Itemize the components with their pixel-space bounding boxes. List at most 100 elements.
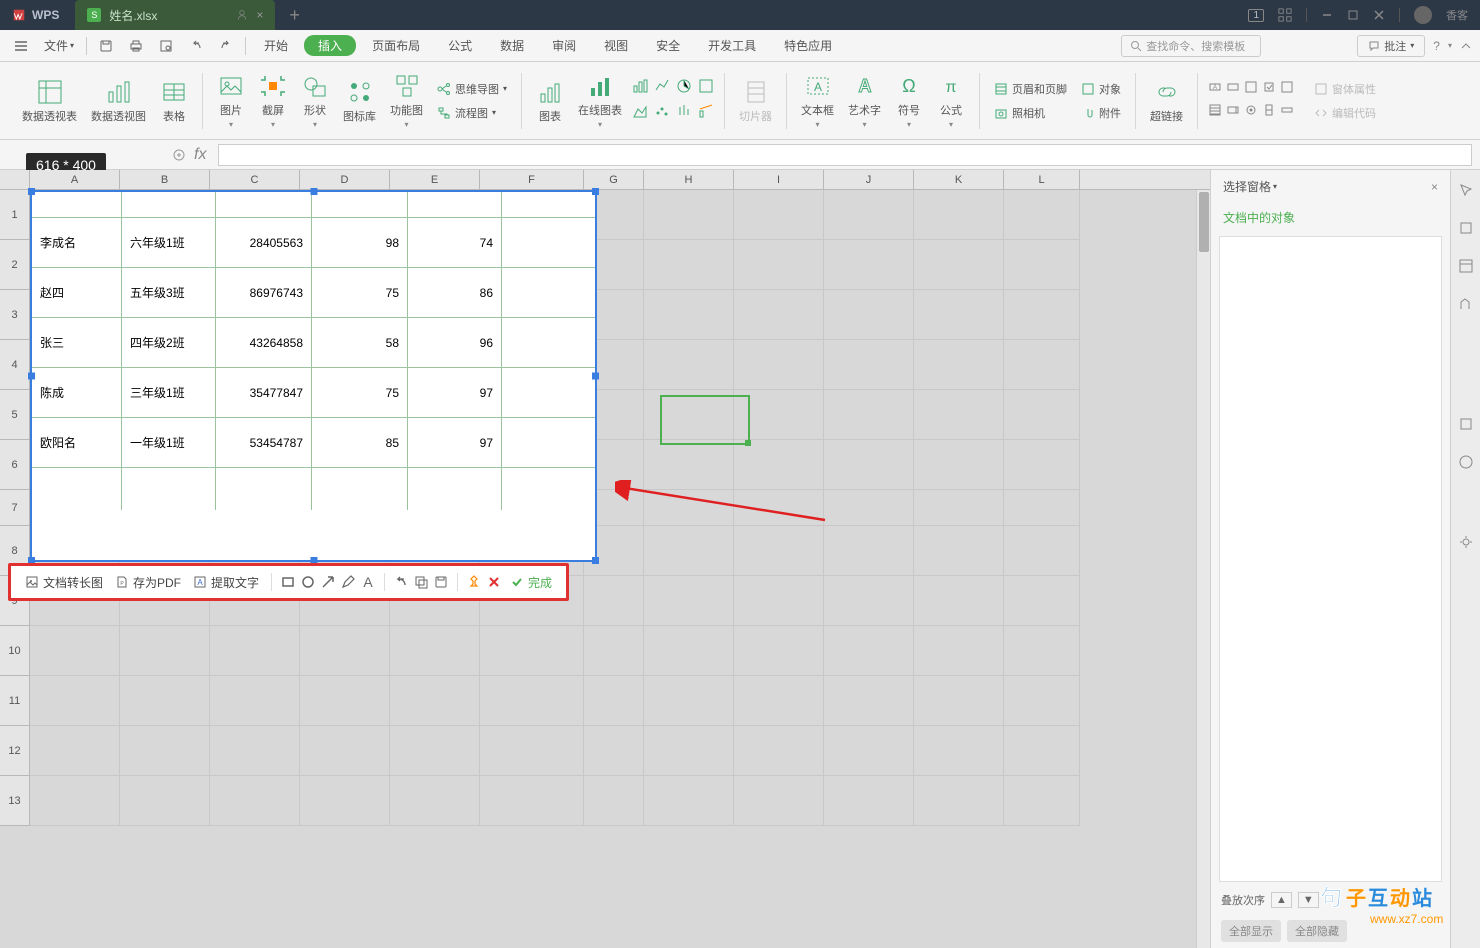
- form-control-10[interactable]: [1280, 103, 1294, 122]
- row-header[interactable]: 1: [0, 190, 30, 240]
- cell[interactable]: [734, 290, 824, 340]
- cell[interactable]: [584, 776, 644, 826]
- cancel-button[interactable]: [486, 574, 502, 590]
- comment-button[interactable]: 批注▾: [1357, 35, 1425, 57]
- chart-scatter-icon[interactable]: [654, 103, 670, 124]
- cell[interactable]: [1004, 676, 1080, 726]
- show-all-button[interactable]: 全部显示: [1221, 920, 1281, 942]
- search-input[interactable]: 查找命令、搜索模板: [1121, 35, 1261, 57]
- col-header[interactable]: K: [914, 170, 1004, 189]
- rect-tool-icon[interactable]: [280, 574, 296, 590]
- cell[interactable]: [734, 726, 824, 776]
- resize-handle[interactable]: [310, 188, 317, 195]
- header-footer-button[interactable]: 页眉和页脚: [990, 79, 1071, 99]
- tab-formulas[interactable]: 公式: [436, 33, 484, 58]
- cell[interactable]: [644, 626, 734, 676]
- cell[interactable]: [824, 390, 914, 440]
- cell[interactable]: [644, 676, 734, 726]
- pin-tool-icon[interactable]: [466, 574, 482, 590]
- copy-tool-icon[interactable]: [413, 574, 429, 590]
- form-control-9[interactable]: [1262, 103, 1276, 122]
- cell[interactable]: [480, 626, 584, 676]
- cell[interactable]: [824, 490, 914, 526]
- cell[interactable]: [1004, 526, 1080, 576]
- screenshot-button[interactable]: 截屏▾: [255, 68, 291, 133]
- cell[interactable]: [734, 576, 824, 626]
- flowchart-button[interactable]: 流程图 ▾: [433, 103, 511, 123]
- col-header[interactable]: I: [734, 170, 824, 189]
- cell[interactable]: [584, 626, 644, 676]
- cell[interactable]: [914, 576, 1004, 626]
- cell[interactable]: [390, 726, 480, 776]
- chart-stock-icon[interactable]: [676, 103, 692, 124]
- cell[interactable]: [480, 776, 584, 826]
- chart-more-icon[interactable]: [698, 78, 714, 99]
- cell[interactable]: [300, 776, 390, 826]
- cell[interactable]: [914, 440, 1004, 490]
- undo-tool-icon[interactable]: [393, 574, 409, 590]
- fill-handle[interactable]: [745, 440, 751, 446]
- text-tool-icon[interactable]: A: [360, 574, 376, 590]
- pivot-table-button[interactable]: 数据透视表: [18, 74, 81, 128]
- cell[interactable]: [824, 190, 914, 240]
- hamburger-icon[interactable]: [8, 35, 34, 57]
- smartart-button[interactable]: 功能图▾: [386, 68, 427, 133]
- cell[interactable]: [1004, 776, 1080, 826]
- col-header[interactable]: G: [584, 170, 644, 189]
- camera-button[interactable]: 照相机: [990, 103, 1071, 123]
- cell[interactable]: [914, 240, 1004, 290]
- col-header[interactable]: D: [300, 170, 390, 189]
- cell[interactable]: [584, 676, 644, 726]
- cell[interactable]: [1004, 240, 1080, 290]
- cell[interactable]: [390, 626, 480, 676]
- picture-button[interactable]: 图片▾: [213, 68, 249, 133]
- cell[interactable]: [644, 526, 734, 576]
- extract-text-button[interactable]: A提取文字: [189, 572, 263, 593]
- expand-icon[interactable]: [172, 148, 186, 162]
- scrollbar-thumb[interactable]: [1199, 192, 1209, 252]
- cell[interactable]: [824, 726, 914, 776]
- cell[interactable]: [30, 726, 120, 776]
- symbol-button[interactable]: Ω符号▾: [891, 68, 927, 133]
- cell[interactable]: [824, 626, 914, 676]
- cell[interactable]: [824, 340, 914, 390]
- pivot-chart-button[interactable]: 数据透视图: [87, 74, 150, 128]
- cell[interactable]: [734, 626, 824, 676]
- select-all-corner[interactable]: [0, 170, 30, 189]
- tab-security[interactable]: 安全: [644, 33, 692, 58]
- new-tab-button[interactable]: +: [275, 5, 314, 26]
- object-button[interactable]: 对象: [1077, 79, 1125, 99]
- resize-handle[interactable]: [592, 373, 599, 380]
- doc-to-image-button[interactable]: 文档转长图: [21, 572, 107, 593]
- wordart-button[interactable]: A艺术字▾: [844, 68, 885, 133]
- cell[interactable]: [120, 726, 210, 776]
- print-preview-icon[interactable]: [153, 35, 179, 57]
- cell[interactable]: [30, 626, 120, 676]
- circle-tool-icon[interactable]: [300, 574, 316, 590]
- arrow-tool-icon[interactable]: [320, 574, 336, 590]
- resize-handle[interactable]: [592, 557, 599, 564]
- row-header[interactable]: 4: [0, 340, 30, 390]
- cell[interactable]: [480, 676, 584, 726]
- tab-developer[interactable]: 开发工具: [696, 33, 768, 58]
- col-header[interactable]: L: [1004, 170, 1080, 189]
- cell[interactable]: [1004, 490, 1080, 526]
- form-control-6[interactable]: [1208, 103, 1222, 122]
- cell[interactable]: [1004, 190, 1080, 240]
- hyperlink-button[interactable]: 超链接: [1146, 74, 1187, 128]
- file-tab[interactable]: S 姓名.xlsx ×: [75, 0, 275, 30]
- cell[interactable]: [210, 626, 300, 676]
- tab-start[interactable]: 开始: [252, 33, 300, 58]
- chart-bar-icon[interactable]: [632, 78, 648, 99]
- cell[interactable]: [480, 726, 584, 776]
- tab-page-layout[interactable]: 页面布局: [360, 33, 432, 58]
- row-header[interactable]: 7: [0, 490, 30, 526]
- save-tool-icon[interactable]: [433, 574, 449, 590]
- close-tab-icon[interactable]: ×: [256, 8, 263, 22]
- side-backup-icon[interactable]: [1458, 416, 1474, 432]
- wps-logo[interactable]: WPS: [0, 8, 71, 22]
- cell[interactable]: [734, 190, 824, 240]
- tab-insert[interactable]: 插入: [304, 35, 356, 56]
- file-menu[interactable]: 文件 ▾: [38, 33, 80, 58]
- notification-badge[interactable]: 1: [1248, 9, 1264, 22]
